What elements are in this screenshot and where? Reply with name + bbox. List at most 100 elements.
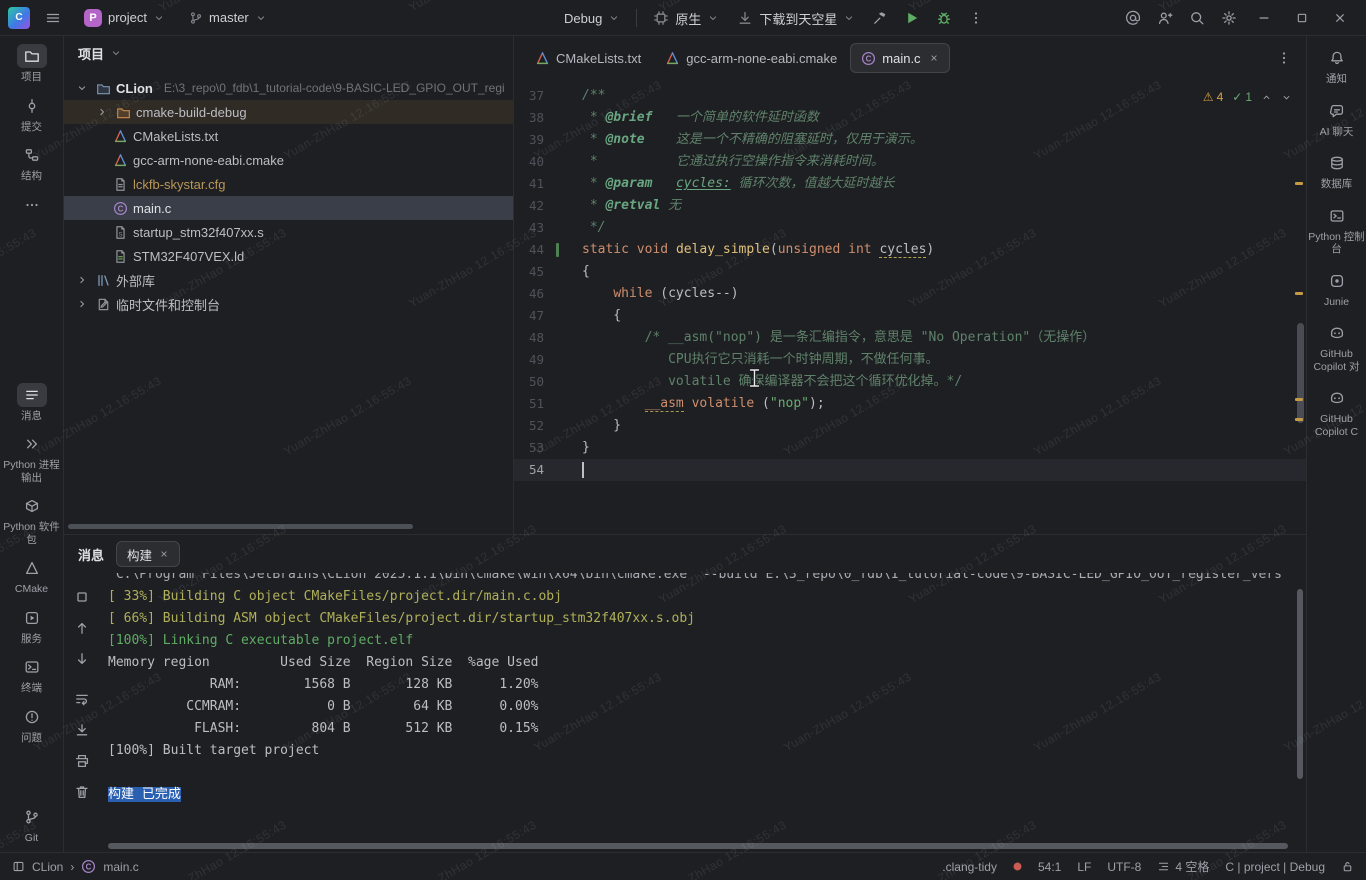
- console-horizontal-scrollbar[interactable]: [108, 843, 1288, 849]
- indent-widget[interactable]: 4 空格: [1157, 858, 1209, 875]
- tree-row[interactable]: CLionE:\3_repo\0_fdb\1_tutorial-code\9-B…: [64, 76, 513, 100]
- tree-row[interactable]: 临时文件和控制台: [64, 292, 513, 316]
- editor-tab[interactable]: Cmain.c: [850, 43, 949, 73]
- more-actions-button[interactable]: [961, 4, 991, 32]
- tool-stripe-item-python-console[interactable]: Python 控制台: [1308, 202, 1366, 258]
- code-line: 54: [514, 459, 1306, 481]
- warning-stripe-mark[interactable]: [1295, 418, 1303, 421]
- tab-options-button[interactable]: [1270, 44, 1298, 72]
- line-number: 54: [514, 459, 554, 481]
- tree-row[interactable]: lckfb-skystar.cfg: [64, 172, 513, 196]
- editor-area[interactable]: CMakeLists.txt gcc-arm-none-eabi.cmakeCma…: [514, 36, 1306, 534]
- console-soft-wrap-button[interactable]: [72, 689, 92, 709]
- breadcrumb[interactable]: CLion › C main.c: [12, 859, 139, 874]
- tool-stripe-item-problems[interactable]: 问题: [3, 703, 61, 747]
- warning-stripe-mark[interactable]: [1295, 292, 1303, 295]
- tool-stripe-item-terminal[interactable]: 终端: [3, 653, 61, 697]
- tree-item-label: startup_stm32f407xx.s: [133, 225, 264, 240]
- console-stop-button[interactable]: [72, 587, 92, 607]
- clang-tidy-widget[interactable]: .clang-tidy: [942, 860, 997, 874]
- console-clear-button[interactable]: [72, 782, 92, 802]
- tab-close-icon[interactable]: [929, 53, 939, 63]
- tool-stripe-item-database[interactable]: 数据库: [1308, 149, 1366, 193]
- search-everywhere-button[interactable]: [1182, 4, 1212, 32]
- console-print-button[interactable]: [72, 751, 92, 771]
- console-arrow-down-button[interactable]: [72, 649, 92, 669]
- tool-stripe-item-copilot-chat[interactable]: GitHub Copilot 对: [1308, 319, 1366, 375]
- tool-stripe-item-cmake[interactable]: CMake: [3, 554, 61, 598]
- mentions-button[interactable]: [1118, 4, 1148, 32]
- tree-row[interactable]: Sstartup_stm32f407xx.s: [64, 220, 513, 244]
- settings-button[interactable]: [1214, 4, 1244, 32]
- vcs-branch-widget[interactable]: master: [181, 4, 275, 32]
- encoding-widget[interactable]: UTF-8: [1107, 860, 1141, 874]
- build-tab[interactable]: 构建: [116, 541, 180, 567]
- task-button[interactable]: 下载到天空星: [729, 4, 863, 32]
- tool-stripe-item-notifications[interactable]: 通知: [1308, 44, 1366, 88]
- project-horizontal-scrollbar[interactable]: [68, 524, 413, 529]
- close-small-icon: [929, 53, 939, 63]
- tool-stripe-label: 数据库: [1321, 178, 1353, 191]
- tree-row[interactable]: 外部库: [64, 268, 513, 292]
- tool-stripe-item-junie[interactable]: Junie: [1308, 267, 1366, 311]
- chevron-down-icon: [707, 12, 719, 24]
- maximize-button[interactable]: [1284, 4, 1320, 32]
- line-number: 47: [514, 305, 554, 327]
- line-separator-widget[interactable]: LF: [1077, 860, 1091, 874]
- main-menu-button[interactable]: [38, 4, 68, 32]
- tool-stripe-item-more-tools[interactable]: [3, 191, 61, 219]
- tool-stripe-item-project[interactable]: 项目: [3, 42, 61, 86]
- line-number: 42: [514, 195, 554, 217]
- run-config-button[interactable]: Debug: [556, 4, 628, 32]
- code-editor[interactable]: ⚠4 ✓1 37/**38 * @brief 一个简单的软件延时函数39 * @…: [514, 80, 1306, 534]
- tool-stripe-item-commit[interactable]: 提交: [3, 92, 61, 136]
- package-icon: [24, 498, 40, 514]
- next-problem-button[interactable]: [1281, 92, 1292, 103]
- minimize-button[interactable]: [1246, 4, 1282, 32]
- tool-stripe-item-python-output[interactable]: Python 进程输出: [3, 430, 61, 486]
- tool-stripe-item-services[interactable]: 服务: [3, 604, 61, 648]
- tree-row[interactable]: gcc-arm-none-eabi.cmake: [64, 148, 513, 172]
- console-scroll-end-button[interactable]: [72, 720, 92, 740]
- prev-problem-button[interactable]: [1261, 92, 1272, 103]
- editor-tab-bar: CMakeLists.txt gcc-arm-none-eabi.cmakeCma…: [514, 36, 1306, 80]
- line-number: 53: [514, 437, 554, 459]
- editor-tabs: CMakeLists.txt gcc-arm-none-eabi.cmakeCma…: [524, 43, 950, 73]
- tool-stripe-item-copilot-completions[interactable]: GitHub Copilot C: [1308, 384, 1366, 440]
- analysis-status-widget[interactable]: [1013, 862, 1022, 871]
- tool-stripe-item-python-packages[interactable]: Python 软件包: [3, 492, 61, 548]
- build-tab-close-icon[interactable]: [159, 549, 169, 559]
- console-vertical-scrollbar[interactable]: [1297, 589, 1303, 779]
- tool-stripe-label: GitHub Copilot 对: [1308, 348, 1366, 373]
- tree-row[interactable]: Cmain.c: [64, 196, 513, 220]
- warning-stripe-mark[interactable]: [1295, 182, 1303, 185]
- editor-tab-label: CMakeLists.txt: [556, 51, 641, 66]
- console-arrow-up-button[interactable]: [72, 618, 92, 638]
- target-button[interactable]: 原生: [645, 4, 727, 32]
- editor-tab[interactable]: gcc-arm-none-eabi.cmake: [654, 43, 848, 73]
- editor-tab[interactable]: CMakeLists.txt: [524, 43, 652, 73]
- run-button[interactable]: [897, 4, 927, 32]
- inspections-widget[interactable]: ⚠4 ✓1: [1203, 86, 1292, 108]
- tool-stripe-item-git[interactable]: Git: [3, 803, 61, 847]
- tool-stripe-item-structure[interactable]: 结构: [3, 141, 61, 185]
- caret-position-widget[interactable]: 54:1: [1038, 860, 1061, 874]
- console-line: Memory region Used Size Region Size %age…: [108, 652, 1290, 674]
- chevron-down-icon: [153, 12, 165, 24]
- run-context-widget[interactable]: C | project | Debug: [1225, 860, 1325, 874]
- tool-stripe-item-ai-chat[interactable]: AI 聊天: [1308, 97, 1366, 141]
- project-widget[interactable]: P project: [76, 4, 173, 32]
- tree-row[interactable]: cmake-build-debug: [64, 100, 513, 124]
- write-access-widget[interactable]: [1341, 860, 1354, 873]
- project-panel-header[interactable]: 项目: [64, 36, 513, 70]
- console-line: [108, 762, 1290, 784]
- add-user-button[interactable]: [1150, 4, 1180, 32]
- close-button[interactable]: [1322, 4, 1358, 32]
- tool-stripe-item-messages[interactable]: 消息: [3, 381, 61, 425]
- tree-row[interactable]: STM32F407VEX.ld: [64, 244, 513, 268]
- build-button[interactable]: [865, 4, 895, 32]
- build-console[interactable]: "C:\Program Files\JetBrains\CLion 2025.1…: [108, 573, 1290, 838]
- warning-stripe-mark[interactable]: [1295, 398, 1303, 401]
- debug-button[interactable]: [929, 4, 959, 32]
- tree-row[interactable]: CMakeLists.txt: [64, 124, 513, 148]
